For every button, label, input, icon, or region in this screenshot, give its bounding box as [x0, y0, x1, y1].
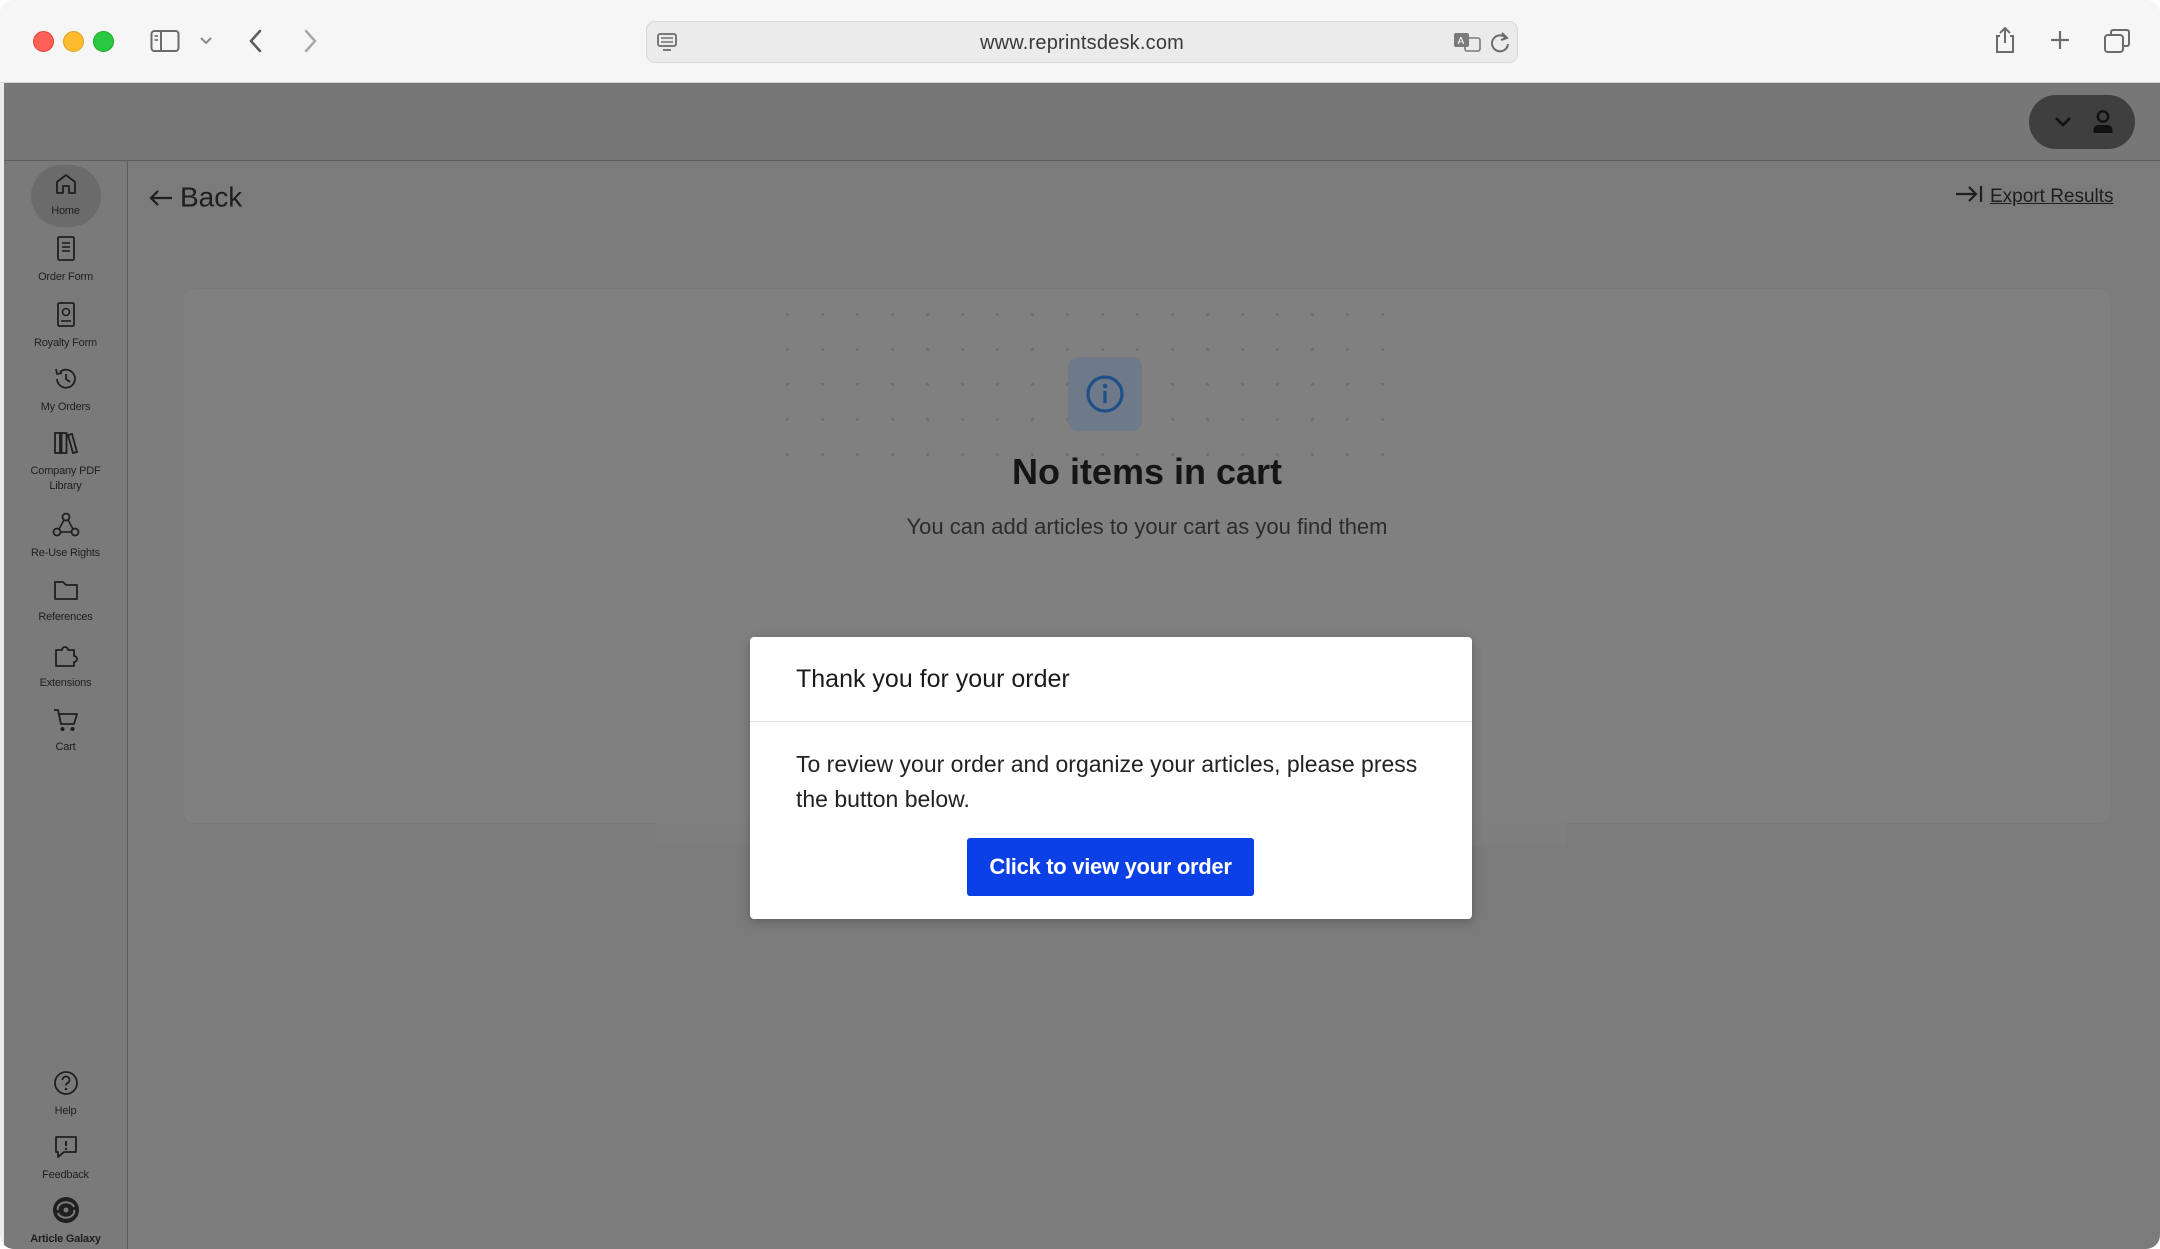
sidebar-item-re-use-rights[interactable]: Re-Use Rights — [4, 511, 127, 560]
svg-text:A: A — [1458, 36, 1465, 47]
app-sidebar: Home Order Form Royalty Form My Orders C… — [4, 161, 128, 1249]
sidebar-item-label: Article Galaxy — [30, 1233, 101, 1245]
user-icon — [2091, 109, 2115, 140]
sidebar-item-label: Order Form — [38, 271, 93, 283]
sidebar-item-article-galaxy[interactable]: Article Galaxy — [4, 1195, 127, 1246]
empty-cart-title: No items in cart — [1011, 451, 1283, 492]
modal-body-text: To review your order and organize your a… — [796, 751, 1418, 812]
sidebar-item-references[interactable]: References — [4, 577, 127, 624]
close-window-button[interactable] — [33, 31, 54, 52]
back-link[interactable]: Back — [148, 180, 242, 214]
feedback-icon — [4, 1133, 127, 1166]
browser-window: www.reprintsdesk.com A Home Order Form R… — [0, 0, 2160, 1249]
help-icon — [4, 1069, 127, 1102]
app-topbar — [4, 83, 2160, 161]
forward-arrow-icon[interactable] — [302, 28, 318, 54]
chevron-down-icon — [2054, 115, 2072, 133]
sidebar-item-label: References — [38, 611, 93, 623]
back-arrow-icon[interactable] — [248, 28, 264, 54]
info-icon-container — [1068, 357, 1142, 431]
tab-overview-icon[interactable] — [2103, 28, 2131, 54]
arrow-left-icon — [148, 182, 174, 214]
modal-header: Thank you for your order — [750, 637, 1472, 722]
folder-icon — [4, 577, 127, 608]
translate-icon[interactable]: A — [1453, 31, 1483, 53]
sidebar-item-label: Extensions — [39, 677, 92, 689]
sidebar-item-home[interactable]: Home — [4, 171, 127, 218]
sidebar-item-label: Home — [51, 205, 80, 217]
zoom-window-button[interactable] — [93, 31, 114, 52]
library-icon — [4, 429, 127, 462]
chevron-down-icon[interactable] — [199, 36, 213, 46]
sidebar-item-order-form[interactable]: Order Form — [4, 235, 127, 284]
sidebar-item-cart[interactable]: Cart — [4, 707, 127, 754]
sidebar-item-label: Cart — [55, 741, 76, 753]
home-icon — [4, 171, 127, 202]
export-results-label: Export Results — [1990, 186, 2114, 207]
share-nodes-icon — [4, 511, 127, 544]
sidebar-item-extensions[interactable]: Extensions — [4, 641, 127, 690]
export-results-link[interactable]: Export Results — [1954, 184, 2114, 210]
share-icon[interactable] — [1993, 25, 2017, 55]
user-menu-button[interactable] — [2029, 95, 2135, 149]
history-icon — [4, 365, 127, 398]
back-label: Back — [180, 181, 243, 213]
article-galaxy-logo — [4, 1195, 127, 1230]
sidebar-item-feedback[interactable]: Feedback — [4, 1133, 127, 1182]
modal-title: Thank you for your order — [796, 665, 1070, 693]
document-icon — [4, 235, 127, 268]
sidebar-item-company-pdf-library[interactable]: Company PDF Library — [4, 429, 127, 493]
sidebar-item-label: Help — [54, 1105, 77, 1117]
browser-toolbar: www.reprintsdesk.com A — [0, 0, 2160, 83]
minimize-window-button[interactable] — [63, 31, 84, 52]
view-order-button[interactable]: Click to view your order — [967, 838, 1254, 896]
sidebar-item-royalty-form[interactable]: Royalty Form — [4, 301, 127, 350]
info-icon — [1085, 374, 1125, 419]
url-text: www.reprintsdesk.com — [979, 32, 1185, 54]
sidebar-item-my-orders[interactable]: My Orders — [4, 365, 127, 414]
empty-cart-subtitle: You can add articles to your cart as you… — [906, 514, 1388, 539]
sidebar-item-label: Royalty Form — [34, 337, 97, 349]
export-arrow-icon — [1954, 184, 1984, 210]
sidebar-item-help[interactable]: Help — [4, 1069, 127, 1118]
sidebar-item-label: Feedback — [42, 1169, 89, 1181]
new-tab-icon[interactable] — [2049, 29, 2071, 51]
address-bar[interactable]: www.reprintsdesk.com A — [646, 21, 1518, 63]
sidebar-item-label-line2: Library — [49, 480, 82, 492]
cart-icon — [4, 707, 127, 738]
sidebar-item-label: My Orders — [40, 401, 91, 413]
royalty-icon — [4, 301, 127, 334]
page-content: Home Order Form Royalty Form My Orders C… — [4, 83, 2160, 1249]
sidebar-item-label: Re-Use Rights — [31, 547, 100, 559]
reload-icon[interactable] — [1489, 30, 1511, 54]
sidebar-toggle-icon[interactable] — [150, 29, 180, 53]
puzzle-icon — [4, 641, 127, 674]
sidebar-item-label: Company PDF — [30, 465, 101, 477]
order-confirmation-modal: Thank you for your order To review your … — [750, 637, 1472, 919]
